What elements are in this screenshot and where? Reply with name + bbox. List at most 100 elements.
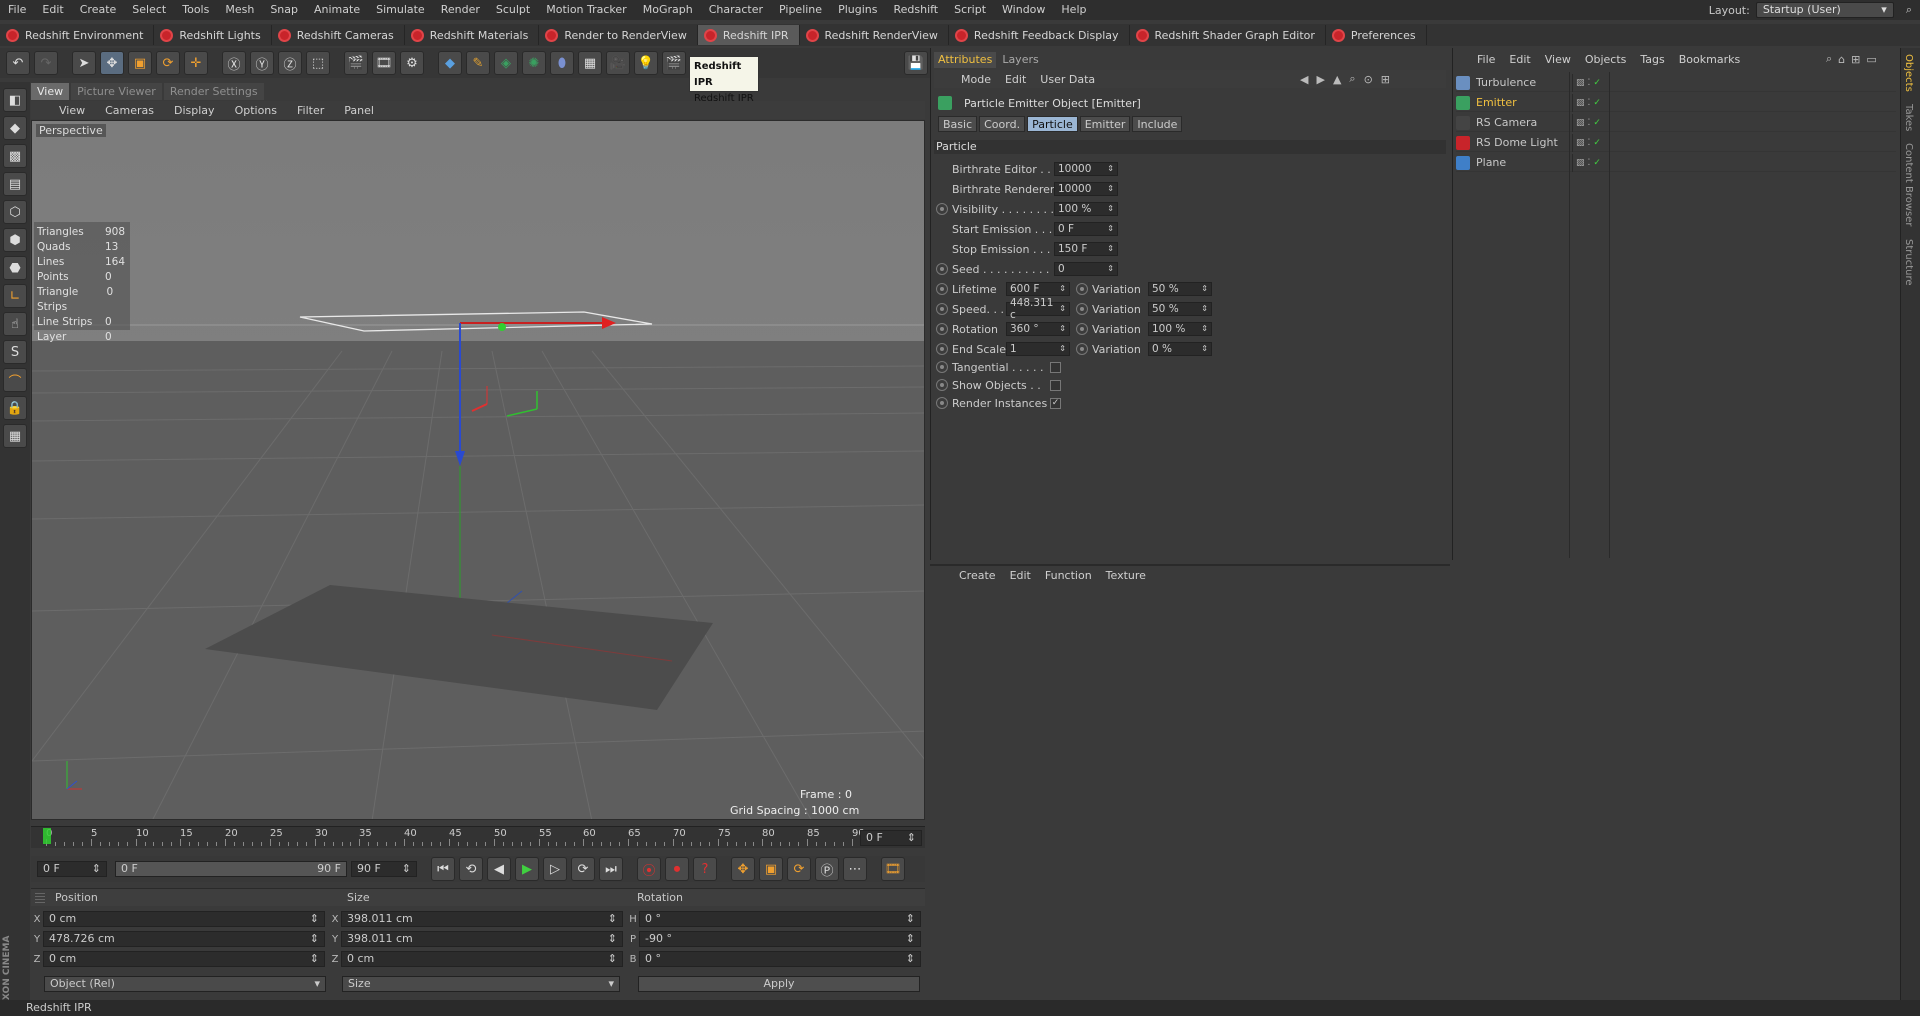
workplane-icon[interactable]: ▤ <box>3 172 27 196</box>
animate-radio-icon[interactable] <box>936 303 948 315</box>
variation-field[interactable]: 50 % ⇕ <box>1148 282 1212 296</box>
menu-sculpt[interactable]: Sculpt <box>488 0 538 20</box>
frame-range-slider[interactable]: 0 F 90 F <box>115 861 347 877</box>
object-name[interactable]: Emitter <box>1476 96 1572 109</box>
menu-window[interactable]: Window <box>994 0 1053 20</box>
material-menu-edit[interactable]: Edit <box>1003 569 1038 582</box>
menu-help[interactable]: Help <box>1053 0 1094 20</box>
menu-mesh[interactable]: Mesh <box>217 0 262 20</box>
param-field[interactable]: 10000 ⇕ <box>1054 182 1118 196</box>
render-view-icon[interactable]: 🎬 <box>344 51 368 75</box>
new-panel-icon[interactable]: ⊞ <box>1851 53 1860 66</box>
position-key-icon[interactable]: ✥ <box>731 857 755 881</box>
animate-radio-icon[interactable] <box>936 283 948 295</box>
array-icon[interactable]: ✺ <box>522 51 546 75</box>
rs-button-redshift-ipr[interactable]: Redshift IPR <box>697 25 800 45</box>
animate-radio-icon[interactable] <box>936 343 948 355</box>
variation-field[interactable]: 50 % ⇕ <box>1148 302 1212 316</box>
lock-workplane-icon[interactable]: 🔒 <box>3 396 27 420</box>
deformer-icon[interactable]: ⬮ <box>550 51 574 75</box>
animate-radio-icon[interactable] <box>936 203 948 215</box>
rs-button-redshift-environment[interactable]: Redshift Environment <box>0 25 155 45</box>
menu-motion-tracker[interactable]: Motion Tracker <box>538 0 634 20</box>
page-tab-coord[interactable]: Coord. <box>979 116 1026 132</box>
object-name[interactable]: Turbulence <box>1476 76 1572 89</box>
animate-radio-icon[interactable] <box>1076 323 1088 335</box>
search-icon[interactable]: ⌕ <box>1826 52 1832 66</box>
rs-button-redshift-renderview[interactable]: Redshift RenderView <box>800 25 949 45</box>
menu-render[interactable]: Render <box>433 0 488 20</box>
object-name[interactable]: Plane <box>1476 156 1572 169</box>
live-select-icon[interactable]: ✛ <box>184 51 208 75</box>
side-tab-takes[interactable]: Takes <box>1901 98 1916 137</box>
visibility-dots-icon[interactable]: ⁚ <box>1588 78 1591 88</box>
menu-select[interactable]: Select <box>124 0 174 20</box>
rotation-field[interactable]: 0 ° ⇕ <box>639 951 921 967</box>
viewport-menu-view[interactable]: View <box>49 104 95 117</box>
param-field[interactable]: 100 % ⇕ <box>1054 202 1118 216</box>
scale-tool-icon[interactable]: ▣ <box>128 51 152 75</box>
rs-button-redshift-cameras[interactable]: Redshift Cameras <box>272 25 405 45</box>
animate-radio-icon[interactable] <box>936 361 948 373</box>
object-row-plane[interactable]: Plane ▨ ⁚ ✓ <box>1456 153 1896 172</box>
back-arrow-icon[interactable]: ◀ <box>1300 73 1308 86</box>
tab-layers[interactable]: Layers <box>998 52 1042 68</box>
animate-radio-icon[interactable] <box>936 379 948 391</box>
keyframe-selection-icon[interactable]: ? <box>693 857 717 881</box>
variation-field[interactable]: 0 % ⇕ <box>1148 342 1212 356</box>
visibility-dots-icon[interactable]: ⁚ <box>1588 98 1591 108</box>
menu-script[interactable]: Script <box>946 0 994 20</box>
page-tab-emitter[interactable]: Emitter <box>1079 116 1131 132</box>
enabled-check-icon[interactable]: ✓ <box>1593 78 1601 88</box>
param-field[interactable]: 448.311 c ⇕ <box>1006 297 1070 321</box>
cube-icon[interactable]: ◆ <box>438 51 462 75</box>
tab-picture-viewer[interactable]: Picture Viewer <box>71 82 162 100</box>
perspective-viewport[interactable] <box>31 120 925 820</box>
home-icon[interactable]: ⌂ <box>1838 53 1845 66</box>
coordinate-mode-dropdown[interactable]: Object (Rel) ▾ <box>44 976 326 992</box>
texture-mode-icon[interactable]: ▩ <box>3 144 27 168</box>
animate-radio-icon[interactable] <box>936 323 948 335</box>
animate-radio-icon[interactable] <box>1076 303 1088 315</box>
go-to-start-icon[interactable]: ⏮ <box>431 857 455 881</box>
snap-icon[interactable]: S <box>3 340 27 364</box>
play-icon[interactable]: ▶ <box>515 857 539 881</box>
variation-field[interactable]: 100 % ⇕ <box>1148 322 1212 336</box>
animate-radio-icon[interactable] <box>936 263 948 275</box>
material-menu-function[interactable]: Function <box>1038 569 1099 582</box>
page-tab-include[interactable]: Include <box>1132 116 1183 132</box>
attributes-menu-mode[interactable]: Mode <box>954 73 998 86</box>
apply-button[interactable]: Apply <box>638 976 920 992</box>
render-icon[interactable]: 🎬 <box>662 51 686 75</box>
param-field[interactable]: 150 F ⇕ <box>1054 242 1118 256</box>
magnet-icon[interactable]: ⌒ <box>3 368 27 392</box>
light-icon[interactable]: 💡 <box>634 51 658 75</box>
menu-animate[interactable]: Animate <box>306 0 368 20</box>
param-field[interactable]: 10000 ⇕ <box>1054 162 1118 176</box>
next-key-icon[interactable]: ⟳ <box>571 857 595 881</box>
rs-button-redshift-shader-graph-editor[interactable]: Redshift Shader Graph Editor <box>1130 25 1326 45</box>
side-tab-structure[interactable]: Structure <box>1901 233 1916 292</box>
y-axis-icon[interactable]: Ⓨ <box>250 51 274 75</box>
rs-button-redshift-materials[interactable]: Redshift Materials <box>405 25 540 45</box>
rs-button-redshift-lights[interactable]: Redshift Lights <box>154 25 272 45</box>
object-menu-tags[interactable]: Tags <box>1633 53 1671 66</box>
object-menu-bookmarks[interactable]: Bookmarks <box>1672 53 1747 66</box>
minimize-icon[interactable]: ▭ <box>1866 53 1876 66</box>
move-tool-icon[interactable]: ✥ <box>100 51 124 75</box>
tab-view[interactable]: View <box>31 82 70 100</box>
menu-simulate[interactable]: Simulate <box>368 0 433 20</box>
enabled-check-icon[interactable]: ✓ <box>1593 98 1601 108</box>
layer-icon[interactable]: ▨ <box>1576 98 1585 108</box>
tab-render-settings[interactable]: Render Settings <box>163 82 264 100</box>
forward-arrow-icon[interactable]: ▶ <box>1316 73 1324 86</box>
object-row-emitter[interactable]: Emitter ▨ ⁚ ✓ <box>1456 93 1896 112</box>
visibility-dots-icon[interactable]: ⁚ <box>1588 138 1591 148</box>
start-frame-field[interactable]: 0 F ⇕ <box>37 861 107 877</box>
animate-radio-icon[interactable] <box>1076 343 1088 355</box>
param-field[interactable]: 0 F ⇕ <box>1054 222 1118 236</box>
scale-key-icon[interactable]: ▣ <box>759 857 783 881</box>
subdivision-icon[interactable]: ◈ <box>494 51 518 75</box>
page-tab-particle[interactable]: Particle <box>1027 116 1078 132</box>
undo-icon[interactable]: ↶ <box>6 51 30 75</box>
